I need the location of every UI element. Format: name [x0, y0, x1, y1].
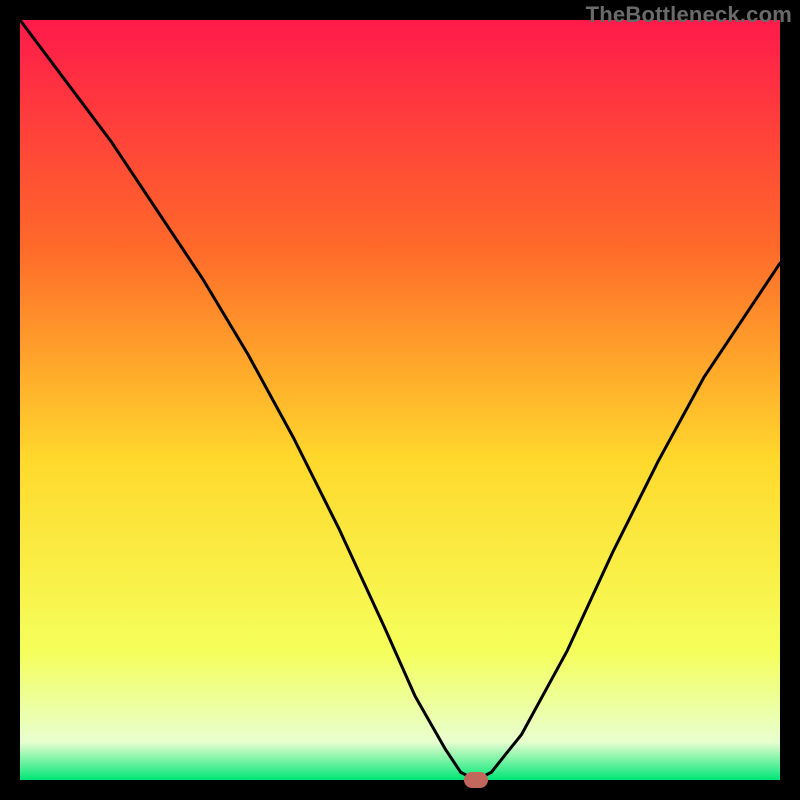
chart-frame: TheBottleneck.com: [0, 0, 800, 800]
gradient-background: [20, 20, 780, 780]
watermark-text: TheBottleneck.com: [586, 2, 792, 28]
plot-area: [20, 20, 780, 780]
plot-svg: [20, 20, 780, 780]
optimal-point-marker: [464, 772, 488, 788]
